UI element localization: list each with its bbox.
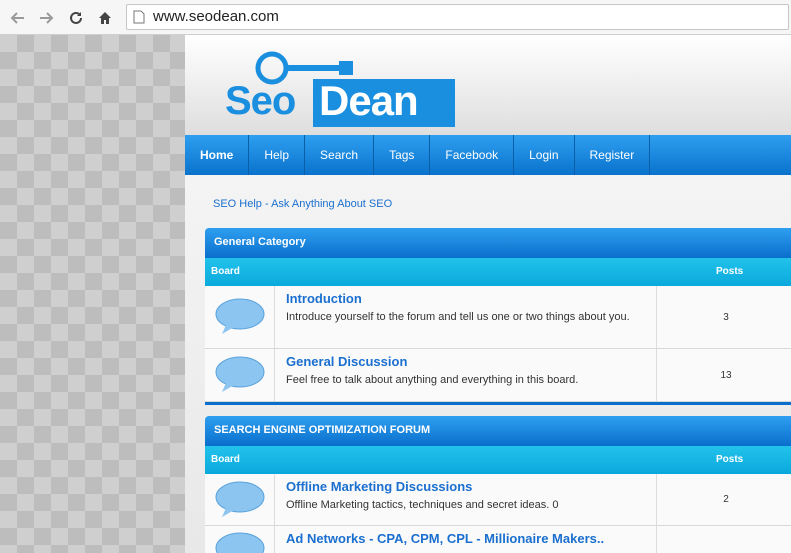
nav-facebook[interactable]: Facebook — [430, 135, 515, 175]
logo-text-seo: Seo — [225, 79, 296, 123]
board-row: Ad Networks - CPA, CPM, CPL - Millionair… — [205, 526, 791, 553]
board-posts-count: 2 — [656, 474, 791, 525]
posts-column-label: Posts — [716, 454, 744, 465]
url-text[interactable]: www.seodean.com — [153, 8, 279, 25]
forward-arrow-icon[interactable] — [36, 8, 56, 28]
browser-toolbar: www.seodean.com — [0, 0, 791, 35]
back-arrow-icon[interactable] — [8, 8, 28, 28]
board-description: Offline Marketing tactics, techniques an… — [286, 499, 559, 511]
address-bar[interactable]: www.seodean.com — [126, 4, 789, 30]
board-title[interactable]: Ad Networks - CPA, CPM, CPL - Millionair… — [286, 531, 646, 546]
page-icon — [133, 10, 145, 24]
nav-register[interactable]: Register — [575, 135, 651, 175]
speech-bubble-icon — [205, 474, 275, 525]
category-general: General Category Board Posts Introductio… — [205, 228, 791, 405]
board-row: General Discussion Feel free to talk abo… — [205, 349, 791, 402]
board-posts-count: 13 — [656, 349, 791, 401]
forum-content: SEO Help - Ask Anything About SEO Genera… — [185, 175, 791, 553]
board-posts-count — [656, 526, 791, 553]
home-icon[interactable] — [95, 8, 115, 28]
nav-tags[interactable]: Tags — [374, 135, 431, 175]
category-title[interactable]: General Category — [205, 228, 791, 258]
main-nav: Home Help Search Tags Facebook Login Reg… — [185, 135, 791, 175]
board-column-label: Board — [211, 454, 240, 465]
speech-bubble-icon — [205, 526, 275, 553]
category-title[interactable]: SEARCH ENGINE OPTIMIZATION FORUM — [205, 416, 791, 446]
category-footer — [205, 402, 791, 405]
board-title[interactable]: Introduction — [286, 291, 646, 306]
board-posts-count: 3 — [656, 286, 791, 348]
board-row: Offline Marketing Discussions Offline Ma… — [205, 474, 791, 526]
site-logo[interactable]: Seo Dean — [225, 49, 465, 129]
speech-bubble-icon — [205, 286, 275, 348]
board-title[interactable]: General Discussion — [286, 354, 646, 369]
forum-page: Seo Dean Home Help Search Tags Facebook … — [185, 35, 791, 553]
speech-bubble-icon — [205, 349, 275, 401]
nav-search[interactable]: Search — [305, 135, 375, 175]
site-header: Seo Dean — [185, 35, 791, 135]
logo-text-dean: Dean — [319, 77, 419, 124]
nav-home[interactable]: Home — [185, 135, 250, 175]
column-header: Board Posts — [205, 446, 791, 474]
board-description: Feel free to talk about anything and eve… — [286, 374, 579, 386]
board-column-label: Board — [211, 266, 240, 277]
nav-help[interactable]: Help — [249, 135, 306, 175]
column-header: Board Posts — [205, 258, 791, 286]
reload-icon[interactable] — [66, 8, 86, 28]
nav-login[interactable]: Login — [514, 135, 575, 175]
category-seo: SEARCH ENGINE OPTIMIZATION FORUM Board P… — [205, 416, 791, 553]
board-row: Introduction Introduce yourself to the f… — [205, 286, 791, 349]
posts-column-label: Posts — [716, 266, 744, 277]
board-title[interactable]: Offline Marketing Discussions — [286, 479, 646, 494]
breadcrumb[interactable]: SEO Help - Ask Anything About SEO — [213, 198, 392, 210]
board-description: Introduce yourself to the forum and tell… — [286, 311, 630, 323]
